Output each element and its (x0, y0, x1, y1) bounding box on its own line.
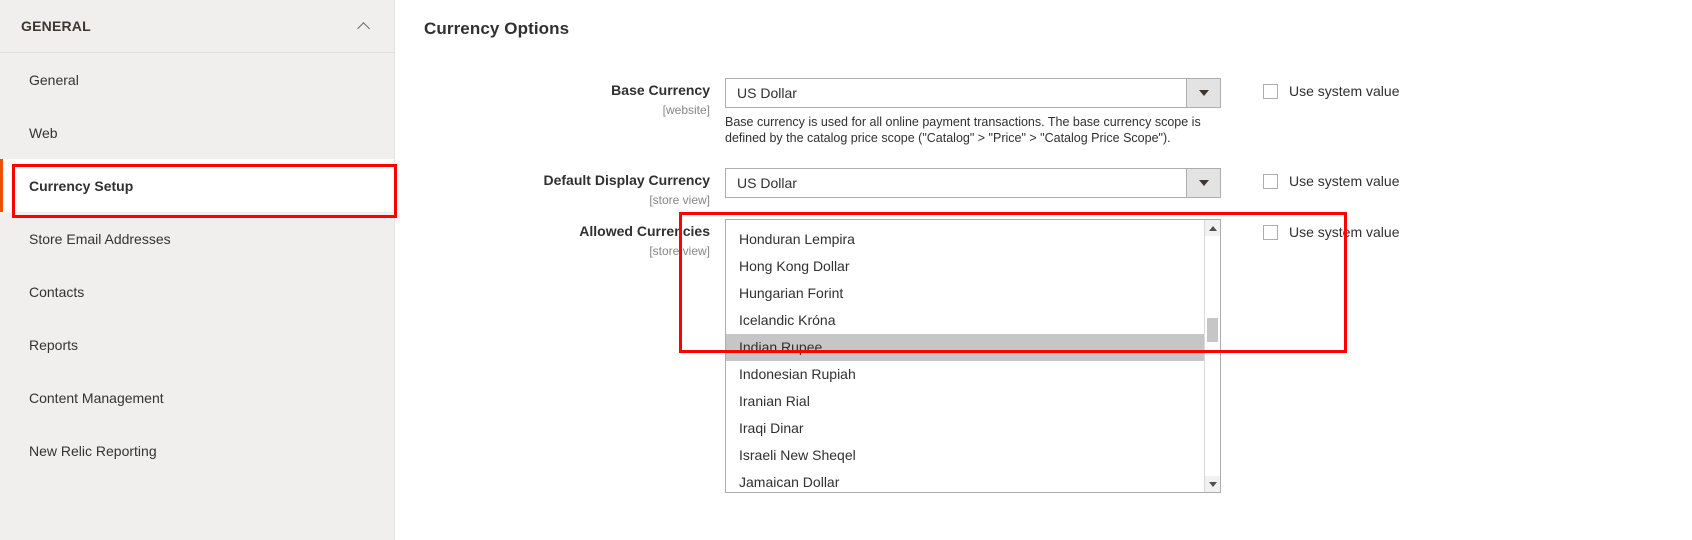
list-item[interactable]: Iranian Rial (726, 388, 1204, 415)
default-display-currency-label-text: Default Display Currency (543, 172, 711, 188)
default-display-currency-scope: [store view] (649, 193, 710, 207)
allowed-currencies-use-system-value[interactable]: Use system value (1263, 219, 1399, 240)
sidebar-item-content-management[interactable]: Content Management (0, 371, 394, 424)
sidebar-section-title: GENERAL (21, 18, 91, 34)
sidebar-item-web[interactable]: Web (0, 106, 394, 159)
default-display-currency-use-system-value[interactable]: Use system value (1263, 168, 1399, 189)
checkbox-icon[interactable] (1263, 173, 1278, 189)
use-system-value-label: Use system value (1289, 83, 1400, 99)
field-row-allowed-currencies: Allowed Currencies [store view] Honduran… (395, 219, 1399, 493)
sidebar-item-currency-setup[interactable]: Currency Setup (0, 159, 394, 212)
sidebar-item-store-email-addresses[interactable]: Store Email Addresses (0, 212, 394, 265)
use-system-value-label: Use system value (1289, 173, 1400, 189)
checkbox-icon[interactable] (1263, 83, 1278, 99)
main-content: Currency Options Base Currency [website]… (395, 0, 1692, 540)
triangle-down-icon[interactable] (1205, 476, 1220, 492)
base-currency-value: US Dollar (737, 85, 797, 101)
sidebar-item-label: Web (29, 124, 58, 141)
checkbox-icon[interactable] (1263, 224, 1278, 240)
list-item[interactable]: Hungarian Forint (726, 280, 1204, 307)
list-item[interactable]: Hong Kong Dollar (726, 253, 1204, 280)
scrollbar-thumb[interactable] (1207, 318, 1218, 342)
list-item[interactable]: Indonesian Rupiah (726, 361, 1204, 388)
default-display-currency-value: US Dollar (737, 175, 797, 191)
sidebar-item-label: Currency Setup (29, 177, 134, 194)
chevron-down-icon[interactable] (1186, 79, 1220, 107)
allowed-currencies-scope: [store view] (649, 244, 710, 258)
allowed-currencies-scrollbar[interactable] (1204, 220, 1220, 492)
sidebar-menu: General Web Currency Setup Store Email A… (0, 53, 394, 477)
field-row-default-display-currency: Default Display Currency [store view] US… (395, 168, 1399, 209)
base-currency-label: Base Currency [website] (395, 78, 725, 119)
sidebar-item-general[interactable]: General (0, 53, 394, 106)
default-display-currency-select[interactable]: US Dollar (725, 168, 1221, 198)
default-display-currency-label: Default Display Currency [store view] (395, 168, 725, 209)
allowed-currencies-multiselect[interactable]: Honduran Lempira Hong Kong Dollar Hungar… (725, 219, 1221, 493)
base-currency-use-system-value[interactable]: Use system value (1263, 78, 1399, 99)
sidebar-section-general-header[interactable]: GENERAL (0, 0, 394, 53)
page-title: Currency Options (424, 19, 570, 38)
settings-sidebar: GENERAL General Web Currency Setup Store… (0, 0, 395, 540)
sidebar-item-reports[interactable]: Reports (0, 318, 394, 371)
sidebar-item-label: General (29, 71, 79, 88)
sidebar-item-label: Content Management (29, 389, 164, 406)
base-currency-scope: [website] (662, 103, 710, 117)
sidebar-item-label: New Relic Reporting (29, 442, 157, 459)
list-item[interactable]: Honduran Lempira (726, 226, 1204, 253)
sidebar-item-label: Reports (29, 336, 79, 353)
list-item[interactable]: Jamaican Dollar (726, 469, 1204, 492)
base-currency-note: Base currency is used for all online pay… (725, 115, 1201, 145)
allowed-currencies-label-text: Allowed Currencies (579, 223, 710, 239)
sidebar-item-new-relic-reporting[interactable]: New Relic Reporting (0, 424, 394, 477)
base-currency-select[interactable]: US Dollar (725, 78, 1221, 108)
allowed-currencies-label: Allowed Currencies [store view] (395, 219, 725, 260)
list-item[interactable]: Israeli New Sheqel (726, 442, 1204, 469)
list-item[interactable]: Iraqi Dinar (726, 415, 1204, 442)
list-item-selected[interactable]: Indian Rupee (726, 334, 1204, 361)
use-system-value-label: Use system value (1289, 224, 1400, 240)
field-row-base-currency: Base Currency [website] US Dollar Base c… (395, 78, 1399, 146)
chevron-down-icon[interactable] (1186, 169, 1220, 197)
base-currency-label-text: Base Currency (611, 82, 710, 98)
chevron-up-icon[interactable] (358, 22, 372, 31)
triangle-up-icon[interactable] (1205, 220, 1220, 236)
page-root: GENERAL General Web Currency Setup Store… (0, 0, 1692, 540)
allowed-currencies-option-list: Honduran Lempira Hong Kong Dollar Hungar… (726, 220, 1204, 492)
sidebar-item-contacts[interactable]: Contacts (0, 265, 394, 318)
list-item[interactable]: Icelandic Króna (726, 307, 1204, 334)
sidebar-item-label: Store Email Addresses (29, 230, 171, 247)
sidebar-item-label: Contacts (29, 283, 85, 300)
